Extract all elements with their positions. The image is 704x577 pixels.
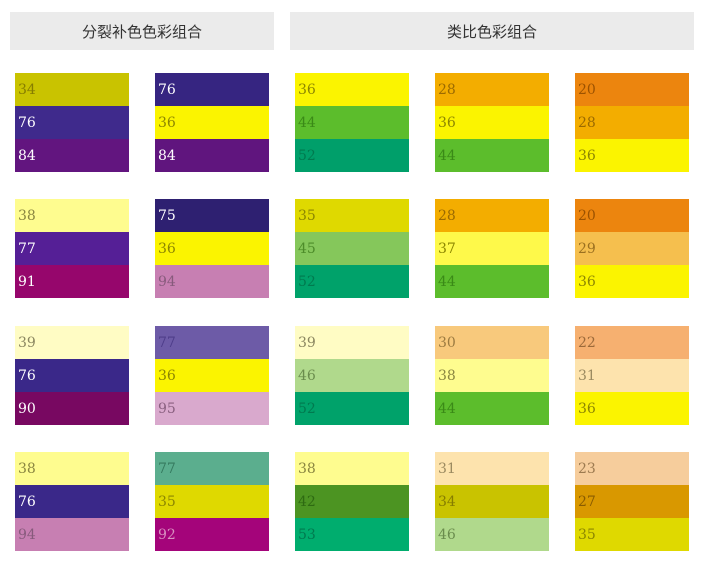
color-cell: 30 <box>435 326 549 359</box>
color-cell: 31 <box>435 452 549 485</box>
color-cell: 76 <box>155 73 269 106</box>
split-complementary-swatch: 34 76 84 <box>15 73 129 172</box>
analogous-swatch: 22 31 36 <box>575 326 689 425</box>
color-cell: 28 <box>435 199 549 232</box>
analogous-swatch: 28 36 44 <box>435 73 549 172</box>
color-cell: 28 <box>575 106 689 139</box>
color-cell: 34 <box>435 485 549 518</box>
color-cell: 22 <box>575 326 689 359</box>
color-cell: 92 <box>155 518 269 551</box>
split-complementary-swatch: 39 76 90 <box>15 326 129 425</box>
color-cell: 29 <box>575 232 689 265</box>
color-cell: 27 <box>575 485 689 518</box>
color-cell: 44 <box>435 392 549 425</box>
color-cell: 90 <box>15 392 129 425</box>
color-cell: 52 <box>295 392 409 425</box>
color-cell: 35 <box>295 199 409 232</box>
color-cell: 36 <box>295 73 409 106</box>
color-cell: 45 <box>295 232 409 265</box>
color-cell: 36 <box>155 232 269 265</box>
color-cell: 52 <box>295 139 409 172</box>
color-cell: 46 <box>295 359 409 392</box>
color-cell: 46 <box>435 518 549 551</box>
color-cell: 76 <box>15 485 129 518</box>
color-cell: 31 <box>575 359 689 392</box>
color-cell: 42 <box>295 485 409 518</box>
analogous-swatch: 30 38 44 <box>435 326 549 425</box>
color-cell: 38 <box>15 452 129 485</box>
color-cell: 36 <box>435 106 549 139</box>
color-cell: 44 <box>435 139 549 172</box>
split-complementary-swatch: 76 36 84 <box>155 73 269 172</box>
color-cell: 95 <box>155 392 269 425</box>
color-cell: 44 <box>295 106 409 139</box>
split-complementary-swatch: 77 36 95 <box>155 326 269 425</box>
analogous-swatch: 20 29 36 <box>575 199 689 298</box>
color-cell: 36 <box>155 359 269 392</box>
color-cell: 44 <box>435 265 549 298</box>
color-cell: 35 <box>155 485 269 518</box>
analogous-swatch: 31 34 46 <box>435 452 549 551</box>
analogous-swatch: 20 28 36 <box>575 73 689 172</box>
color-cell: 77 <box>155 452 269 485</box>
color-cell: 39 <box>295 326 409 359</box>
color-cell: 28 <box>435 73 549 106</box>
color-cell: 76 <box>15 106 129 139</box>
color-cell: 94 <box>15 518 129 551</box>
split-complementary-swatch: 77 35 92 <box>155 452 269 551</box>
color-cell: 38 <box>15 199 129 232</box>
color-cell: 36 <box>575 139 689 172</box>
color-cell: 77 <box>155 326 269 359</box>
color-cell: 38 <box>295 452 409 485</box>
color-cell: 37 <box>435 232 549 265</box>
color-cell: 35 <box>575 518 689 551</box>
header-split-complementary: 分裂补色色彩组合 <box>10 12 274 50</box>
analogous-swatch: 35 45 52 <box>295 199 409 298</box>
color-cell: 23 <box>575 452 689 485</box>
color-cell: 38 <box>435 359 549 392</box>
analogous-swatch: 23 27 35 <box>575 452 689 551</box>
color-cell: 94 <box>155 265 269 298</box>
color-cell: 76 <box>15 359 129 392</box>
color-cell: 39 <box>15 326 129 359</box>
color-cell: 77 <box>15 232 129 265</box>
split-complementary-swatch: 38 77 91 <box>15 199 129 298</box>
header-analogous: 类比色彩组合 <box>290 12 694 50</box>
analogous-swatch: 36 44 52 <box>295 73 409 172</box>
color-cell: 20 <box>575 73 689 106</box>
color-cell: 36 <box>575 392 689 425</box>
color-cell: 20 <box>575 199 689 232</box>
color-cell: 52 <box>295 265 409 298</box>
analogous-swatch: 38 42 53 <box>295 452 409 551</box>
split-complementary-swatch: 75 36 94 <box>155 199 269 298</box>
color-cell: 36 <box>575 265 689 298</box>
color-cell: 53 <box>295 518 409 551</box>
color-cell: 91 <box>15 265 129 298</box>
color-cell: 34 <box>15 73 129 106</box>
analogous-swatch: 39 46 52 <box>295 326 409 425</box>
color-cell: 75 <box>155 199 269 232</box>
color-cell: 36 <box>155 106 269 139</box>
analogous-swatch: 28 37 44 <box>435 199 549 298</box>
split-complementary-swatch: 38 76 94 <box>15 452 129 551</box>
color-cell: 84 <box>15 139 129 172</box>
color-cell: 84 <box>155 139 269 172</box>
